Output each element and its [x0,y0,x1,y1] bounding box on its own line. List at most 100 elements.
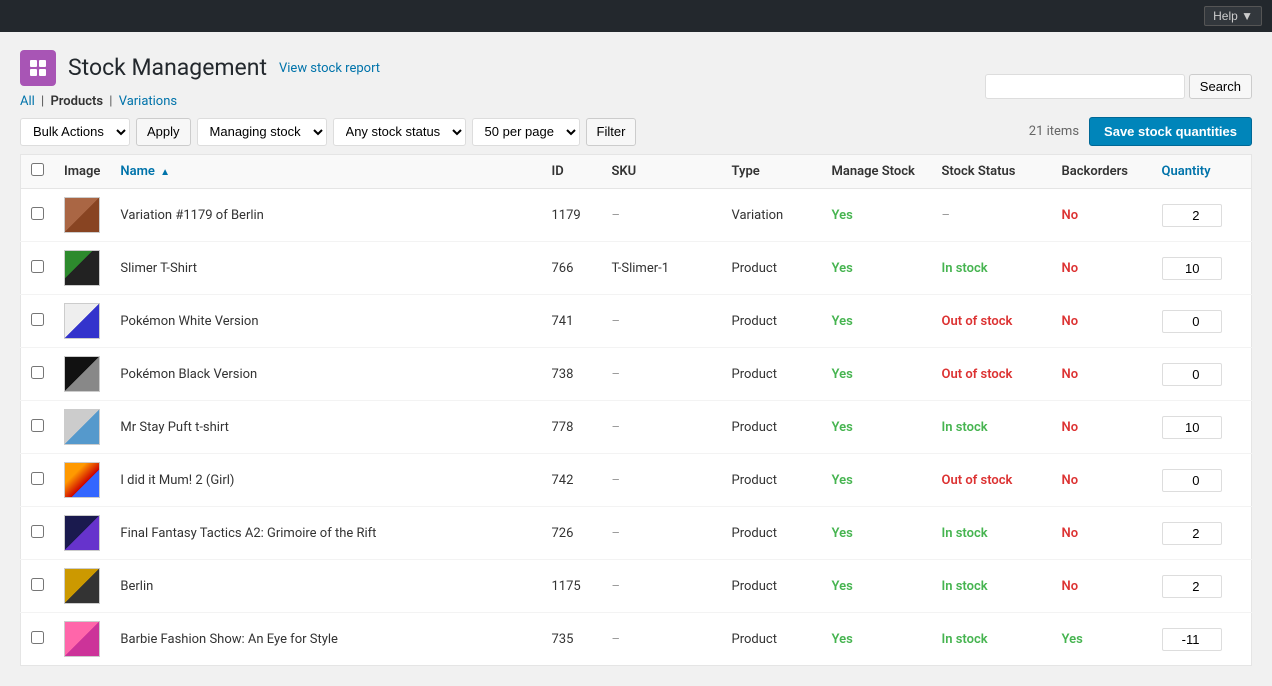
search-input[interactable] [985,74,1185,99]
row-type-cell: Variation [722,189,822,242]
row-id-cell: 778 [542,401,602,454]
row-stock-status-cell: In stock [932,242,1052,295]
table-row: Mr Stay Puft t-shirt 778 – Product Yes I… [21,401,1252,454]
type-column-header: Type [722,155,822,189]
image-column-header: Image [54,155,110,189]
stock-status-select[interactable]: Any stock status [333,118,466,146]
row-stock-status-cell: Out of stock [932,348,1052,401]
row-quantity-cell[interactable] [1152,348,1252,401]
per-page-select[interactable]: 50 per page [472,118,580,146]
row-image-cell [54,454,110,507]
select-all-checkbox[interactable] [31,163,44,176]
row-type-cell: Product [722,507,822,560]
row-checkbox[interactable] [31,313,44,326]
row-image-cell [54,348,110,401]
help-button[interactable]: Help ▼ [1204,6,1262,26]
row-sku-cell: – [602,189,722,242]
row-checkbox[interactable] [31,207,44,220]
select-all-header[interactable] [21,155,55,189]
row-quantity-cell[interactable] [1152,242,1252,295]
row-id-cell: 1175 [542,560,602,613]
row-checkbox-cell[interactable] [21,348,55,401]
row-quantity-cell[interactable] [1152,613,1252,666]
row-id-cell: 742 [542,454,602,507]
row-type-cell: Product [722,295,822,348]
row-stock-status-cell: In stock [932,613,1052,666]
row-checkbox-cell[interactable] [21,507,55,560]
stock-management-icon [20,50,56,86]
quantity-column-header[interactable]: Quantity [1152,155,1252,189]
manage-stock-column-header: Manage Stock [822,155,932,189]
row-checkbox[interactable] [31,419,44,432]
row-checkbox-cell[interactable] [21,454,55,507]
row-checkbox-cell[interactable] [21,189,55,242]
save-stock-button[interactable]: Save stock quantities [1089,117,1252,146]
table-header-row: Image Name ▲ ID SKU Type Manage Stock St… [21,155,1252,189]
row-type-cell: Product [722,560,822,613]
quantity-input[interactable] [1162,363,1222,386]
row-quantity-cell[interactable] [1152,189,1252,242]
table-row: Slimer T-Shirt 766 T-Slimer-1 Product Ye… [21,242,1252,295]
quantity-input[interactable] [1162,469,1222,492]
row-type-cell: Product [722,613,822,666]
quantity-input[interactable] [1162,628,1222,651]
row-image-cell [54,242,110,295]
row-checkbox[interactable] [31,578,44,591]
row-checkbox-cell[interactable] [21,613,55,666]
row-checkbox-cell[interactable] [21,295,55,348]
row-name-cell: Final Fantasy Tactics A2: Grimoire of th… [110,507,541,560]
product-image [64,250,100,286]
row-quantity-cell[interactable] [1152,560,1252,613]
row-checkbox-cell[interactable] [21,401,55,454]
managing-stock-select[interactable]: Managing stock [197,118,327,146]
quantity-input[interactable] [1162,575,1222,598]
row-id-cell: 738 [542,348,602,401]
row-checkbox[interactable] [31,525,44,538]
row-quantity-cell[interactable] [1152,295,1252,348]
row-image-cell [54,507,110,560]
filter-button[interactable]: Filter [586,118,637,146]
quantity-input[interactable] [1162,257,1222,280]
items-count: 21 items [1029,124,1079,139]
row-checkbox-cell[interactable] [21,560,55,613]
row-checkbox[interactable] [31,366,44,379]
row-type-cell: Product [722,242,822,295]
row-name-cell: Barbie Fashion Show: An Eye for Style [110,613,541,666]
product-image [64,303,100,339]
quantity-input[interactable] [1162,310,1222,333]
toolbar-right: 21 items Save stock quantities [1029,117,1252,146]
row-id-cell: 735 [542,613,602,666]
quantity-input[interactable] [1162,522,1222,545]
row-checkbox[interactable] [31,631,44,644]
id-column-header: ID [542,155,602,189]
quantity-input[interactable] [1162,204,1222,227]
bulk-actions-select[interactable]: Bulk Actions [20,118,130,146]
row-manage-stock-cell: Yes [822,613,932,666]
row-checkbox[interactable] [31,260,44,273]
page-title: Stock Management [68,53,267,83]
nav-products-link[interactable]: Products [50,94,103,109]
row-backorders-cell: No [1052,560,1152,613]
row-name-cell: Berlin [110,560,541,613]
row-quantity-cell[interactable] [1152,454,1252,507]
apply-button[interactable]: Apply [136,118,191,146]
row-manage-stock-cell: Yes [822,560,932,613]
view-stock-report-link[interactable]: View stock report [279,61,380,76]
row-sku-cell: – [602,454,722,507]
nav-variations-link[interactable]: Variations [119,94,177,109]
row-manage-stock-cell: Yes [822,242,932,295]
name-column-header[interactable]: Name ▲ [110,155,541,189]
row-quantity-cell[interactable] [1152,507,1252,560]
nav-separator-2: | [109,94,115,109]
table-row: Berlin 1175 – Product Yes In stock No [21,560,1252,613]
row-sku-cell: T-Slimer-1 [602,242,722,295]
row-image-cell [54,189,110,242]
row-manage-stock-cell: Yes [822,454,932,507]
row-quantity-cell[interactable] [1152,401,1252,454]
nav-all-link[interactable]: All [20,94,35,109]
row-backorders-cell: Yes [1052,613,1152,666]
search-button[interactable]: Search [1189,74,1252,99]
row-checkbox-cell[interactable] [21,242,55,295]
quantity-input[interactable] [1162,416,1222,439]
row-checkbox[interactable] [31,472,44,485]
